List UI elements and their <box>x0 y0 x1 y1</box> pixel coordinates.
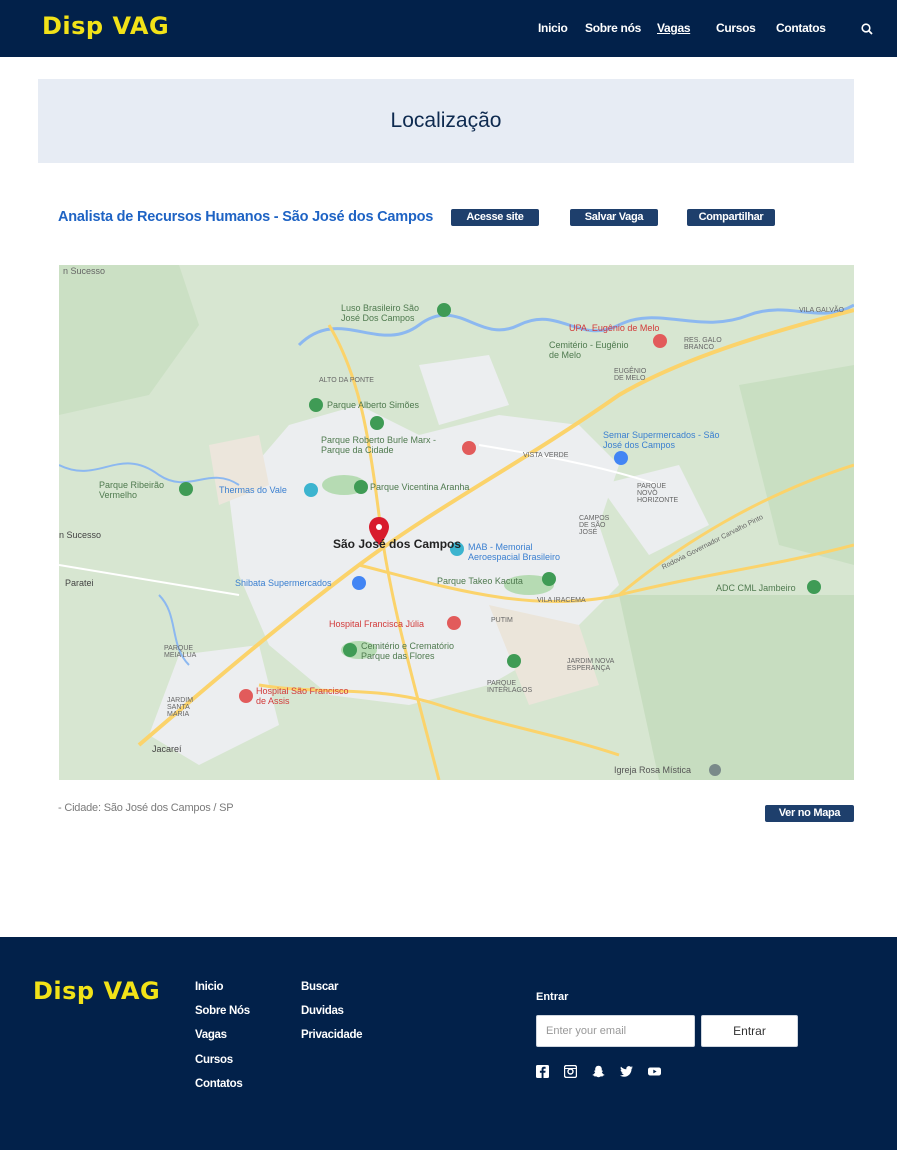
nav-item-vagas[interactable]: Vagas <box>657 21 691 35</box>
top-navbar: Disp VAG Inicio Sobre nós Vagas Cursos C… <box>0 0 897 57</box>
map-label: VISTA VERDE <box>523 452 569 459</box>
map-label: Shibata Supermercados <box>235 578 332 588</box>
footer-link-duvidas[interactable]: Duvidas <box>301 1005 344 1017</box>
map-label: Hospital Francisca Júlia <box>329 619 425 629</box>
map-label: JARDIM SANTA MARIA <box>167 697 194 718</box>
snapchat-icon[interactable] <box>592 1065 605 1078</box>
search-icon[interactable] <box>860 22 874 36</box>
map-label: Jacareí <box>152 744 182 754</box>
nav-item-sobre[interactable]: Sobre nós <box>585 21 641 35</box>
footer-link-contatos[interactable]: Contatos <box>195 1078 243 1090</box>
map-label: Hospital São Francisco de Assis <box>256 686 349 706</box>
footer-link-vagas[interactable]: Vagas <box>195 1029 227 1041</box>
map-label: UPA. Eugênio de Melo <box>569 323 660 333</box>
footer-link-sobre[interactable]: Sobre Nós <box>195 1005 250 1017</box>
twitter-icon[interactable] <box>620 1065 633 1078</box>
page-title-band: Localização <box>38 79 854 163</box>
map-label: Thermas do Vale <box>219 485 287 495</box>
map-label: ALTO DA PONTE <box>319 377 374 384</box>
map-label: JARDIM NOVA ESPERANÇA <box>567 658 614 672</box>
map-label: Semar Supermercados - São José dos Campo… <box>603 430 720 450</box>
map-label: CAMPOS DE SÃO JOSÉ <box>579 515 610 536</box>
facebook-icon[interactable] <box>536 1065 549 1078</box>
map-label: Parque Alberto Simões <box>327 400 420 410</box>
map-label: RES. GALO BRANCO <box>684 337 722 351</box>
instagram-icon[interactable] <box>564 1065 577 1078</box>
map-label: PUTIM <box>491 617 513 624</box>
email-field[interactable] <box>536 1015 695 1047</box>
view-map-button[interactable]: Ver no Mapa <box>765 805 854 822</box>
access-site-button[interactable]: Acesse site <box>451 209 539 226</box>
map-label: MAB - Memorial Aeroespacial Brasileiro <box>468 542 561 562</box>
map-label: Cemitério - Eugênio de Melo <box>549 340 629 360</box>
site-footer: Disp VAG Inicio Sobre Nós Vagas Cursos C… <box>0 937 897 1150</box>
footer-link-inicio[interactable]: Inicio <box>195 981 224 993</box>
map-label: Parque Takeo Kacuta <box>437 576 523 586</box>
map-label: VILA IRACEMA <box>537 597 586 604</box>
map-label: VILA GALVÃO <box>799 307 845 314</box>
map-label: PARQUE MEIA LUA <box>164 645 197 659</box>
map-label: ADC CML Jambeiro <box>716 583 796 593</box>
footer-link-buscar[interactable]: Buscar <box>301 981 339 993</box>
map-label: Igreja Rosa Mística <box>614 765 692 775</box>
save-job-button[interactable]: Salvar Vaga <box>570 209 658 226</box>
map-label: Paratei <box>65 578 94 588</box>
youtube-icon[interactable] <box>648 1065 661 1078</box>
main-nav: Inicio Sobre nós Vagas Cursos Contatos <box>0 21 897 37</box>
map-label: PARQUE INTERLAGOS <box>487 680 533 694</box>
map-label: Parque Ribeirão Vermelho <box>99 480 165 500</box>
map-label: n Sucesso <box>59 530 102 540</box>
share-button[interactable]: Compartilhar <box>687 209 775 226</box>
map-city-label: São José dos Campos <box>333 537 462 551</box>
footer-link-cursos[interactable]: Cursos <box>195 1054 233 1066</box>
map-label: EUGÊNIO DE MELO <box>614 368 647 382</box>
location-map[interactable]: n Sucesso Luso Brasileiro São José Dos C… <box>59 265 854 780</box>
map-label: PARQUE NOVO HORIZONTE <box>637 483 679 504</box>
login-label: Entrar <box>536 991 569 1003</box>
login-button[interactable]: Entrar <box>701 1015 798 1047</box>
page-title: Localização <box>390 109 502 132</box>
map-label: Parque Vicentina Aranha <box>370 482 470 492</box>
job-city-line: - Cidade: São José dos Campos / SP <box>58 802 234 814</box>
map-label: Cemitério e Crematório Parque das Flores <box>361 641 455 661</box>
nav-item-cursos[interactable]: Cursos <box>716 21 756 35</box>
map-label: n Sucesso <box>63 266 106 276</box>
nav-item-contatos[interactable]: Contatos <box>776 21 826 35</box>
job-title[interactable]: Analista de Recursos Humanos - São José … <box>58 209 433 225</box>
footer-link-privacidade[interactable]: Privacidade <box>301 1029 363 1041</box>
map-label: Parque Roberto Burle Marx - Parque da Ci… <box>321 435 437 455</box>
map-label: Luso Brasileiro São José Dos Campos <box>341 303 420 323</box>
footer-logo[interactable]: Disp VAG <box>33 977 160 1005</box>
nav-item-inicio[interactable]: Inicio <box>538 21 568 35</box>
